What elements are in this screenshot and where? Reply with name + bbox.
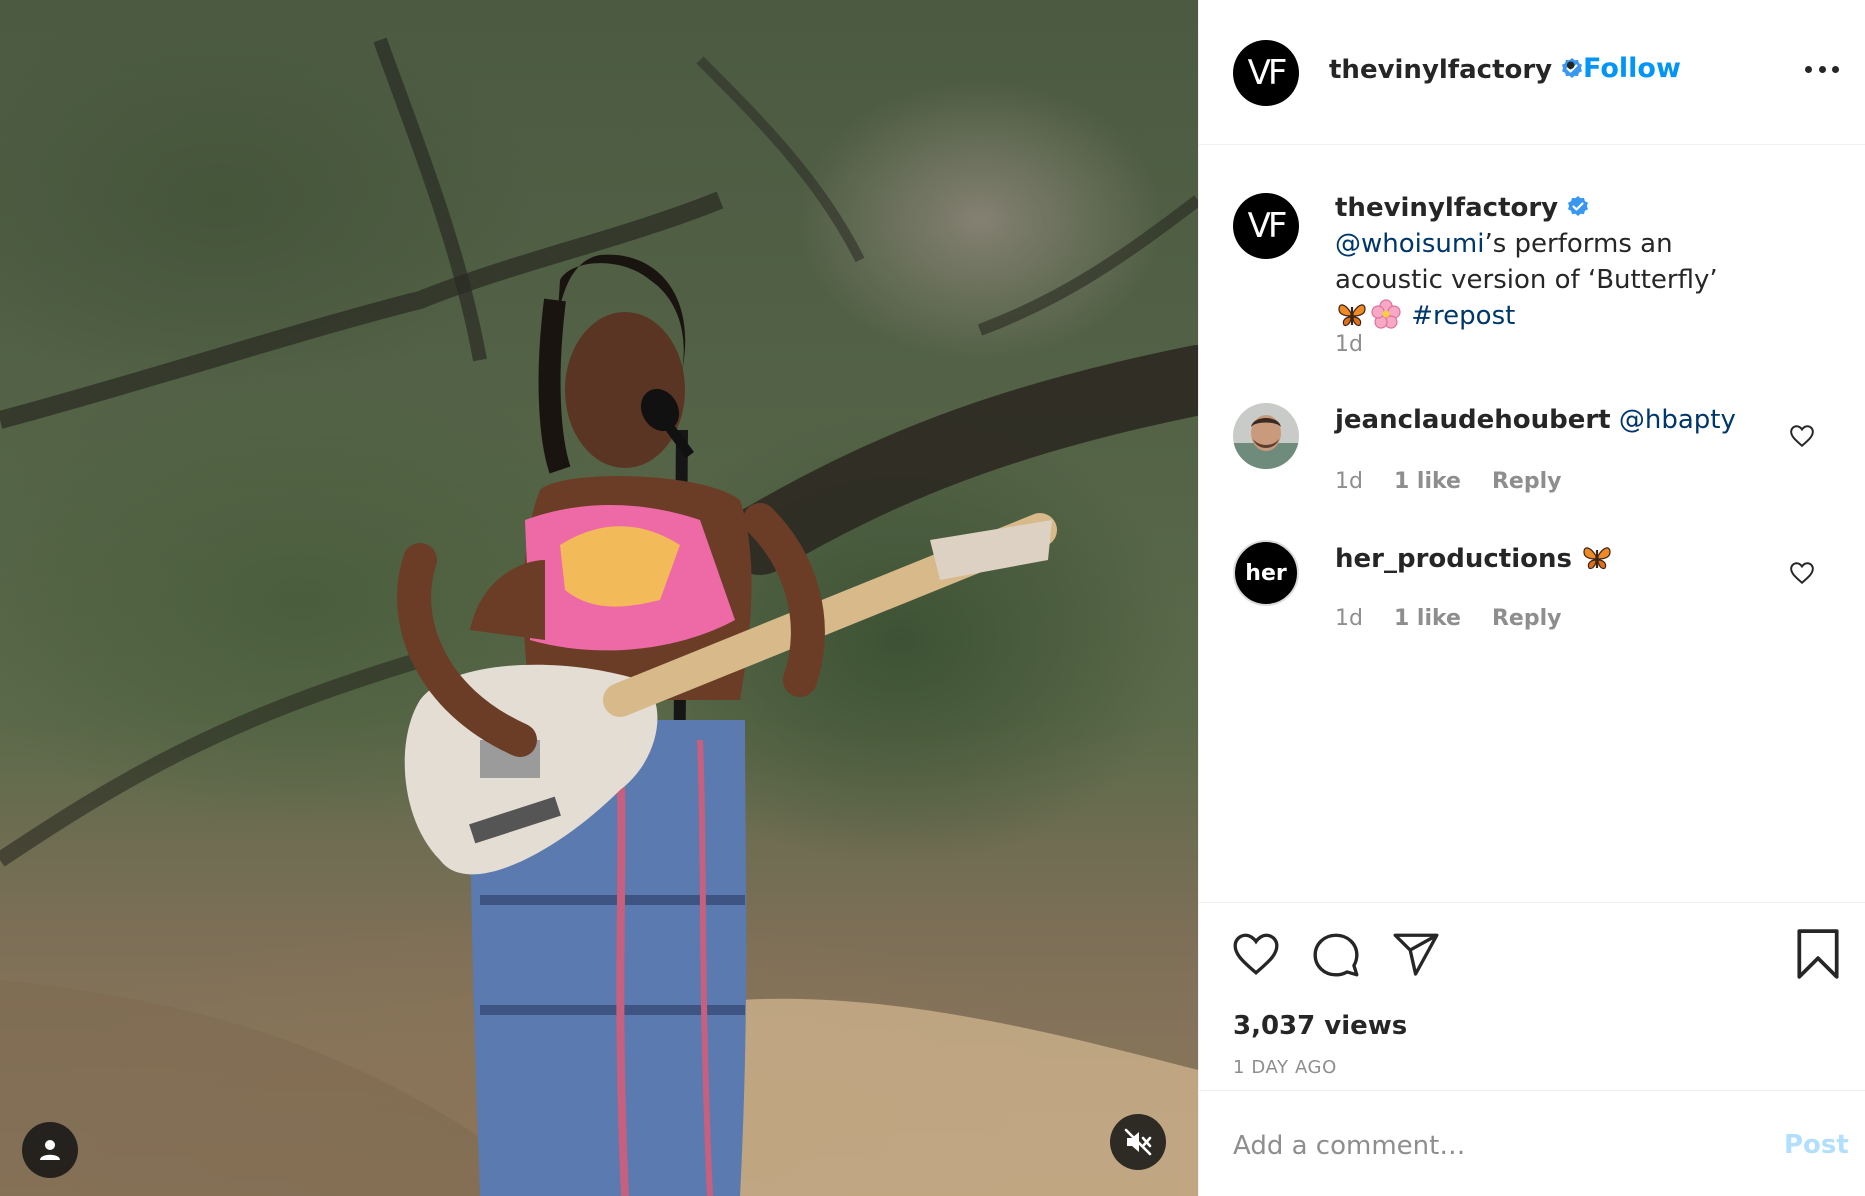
views-count[interactable]: 3,037 views (1233, 1011, 1407, 1041)
author-username-text[interactable]: thevinylfactory (1329, 55, 1552, 85)
comment-timestamp[interactable]: 1d (1335, 469, 1363, 494)
caption-username[interactable]: thevinylfactory (1335, 193, 1558, 223)
like-heart-icon[interactable] (1231, 929, 1281, 979)
comment-reply-button[interactable]: Reply (1492, 469, 1562, 494)
comment-bubble-icon[interactable] (1311, 929, 1361, 979)
butterfly-emoji-icon (1338, 304, 1366, 327)
caption-text: thevinylfactory @whoisumi’s performs an … (1335, 190, 1755, 334)
caption-mention-link[interactable]: @whoisumi (1335, 229, 1484, 259)
caption-timestamp[interactable]: 1d (1335, 332, 1363, 357)
comment-mention-link[interactable]: @hbapty (1619, 405, 1736, 435)
add-comment-bar: Add a comment… Post (1199, 1090, 1865, 1196)
cherry-blossom-emoji-icon (1371, 299, 1401, 329)
author-username[interactable]: thevinylfactory (1329, 55, 1584, 85)
comment-meta: 1d 1 like Reply (1335, 606, 1585, 631)
post-timestamp[interactable]: 1 DAY AGO (1233, 1057, 1337, 1078)
comment-item: her her_productions 1d 1 like Reply (1199, 540, 1865, 660)
mute-toggle-button[interactable] (1110, 1114, 1166, 1170)
save-bookmark-icon[interactable] (1793, 927, 1843, 981)
more-options-icon[interactable] (1805, 66, 1839, 74)
comment-reply-button[interactable]: Reply (1492, 606, 1562, 631)
post-header: VF thevinylfactory • Follow (1199, 0, 1865, 145)
comment-timestamp[interactable]: 1d (1335, 606, 1363, 631)
commenter-avatar[interactable]: her (1233, 540, 1299, 606)
comment-text: jeanclaudehoubert @hbapty (1335, 405, 1736, 435)
comments-list[interactable]: VF thevinylfactory @whoisumi’s performs … (1199, 145, 1865, 902)
comment-like-heart-icon[interactable] (1789, 560, 1815, 586)
commenter-photo (1233, 403, 1299, 469)
separator-dot: • (1563, 52, 1579, 82)
comment-text: her_productions (1335, 542, 1614, 574)
post-sidebar: VF thevinylfactory • Follow VF thevinylf… (1198, 0, 1865, 1196)
comment-likes-count[interactable]: 1 like (1394, 606, 1461, 631)
butterfly-emoji-icon (1583, 547, 1611, 570)
post-actions: 3,037 views 1 DAY AGO (1199, 902, 1865, 1090)
comment-username[interactable]: her_productions (1335, 544, 1572, 574)
speaker-muted-icon (1124, 1128, 1152, 1156)
video-frame (0, 37, 1198, 1196)
commenter-avatar[interactable] (1233, 403, 1299, 469)
comment-like-heart-icon[interactable] (1789, 423, 1815, 449)
tagged-users-button[interactable] (22, 1122, 78, 1178)
author-avatar[interactable]: VF (1233, 40, 1299, 106)
post-video[interactable] (0, 0, 1198, 1196)
comment-username[interactable]: jeanclaudehoubert (1335, 405, 1611, 435)
comment-meta: 1d 1 like Reply (1335, 469, 1585, 494)
follow-button[interactable]: Follow (1583, 53, 1681, 84)
comment-likes-count[interactable]: 1 like (1394, 469, 1461, 494)
caption-author-avatar[interactable]: VF (1233, 193, 1299, 259)
post-comment-button[interactable]: Post (1784, 1130, 1849, 1160)
caption-hashtag-link[interactable]: #repost (1411, 301, 1515, 331)
share-paper-plane-icon[interactable] (1391, 929, 1441, 979)
person-icon (40, 1140, 60, 1160)
verified-badge-icon (1568, 196, 1589, 216)
comment-item: jeanclaudehoubert @hbapty 1d 1 like Repl… (1199, 403, 1865, 523)
comment-input[interactable]: Add a comment… (1233, 1131, 1465, 1161)
